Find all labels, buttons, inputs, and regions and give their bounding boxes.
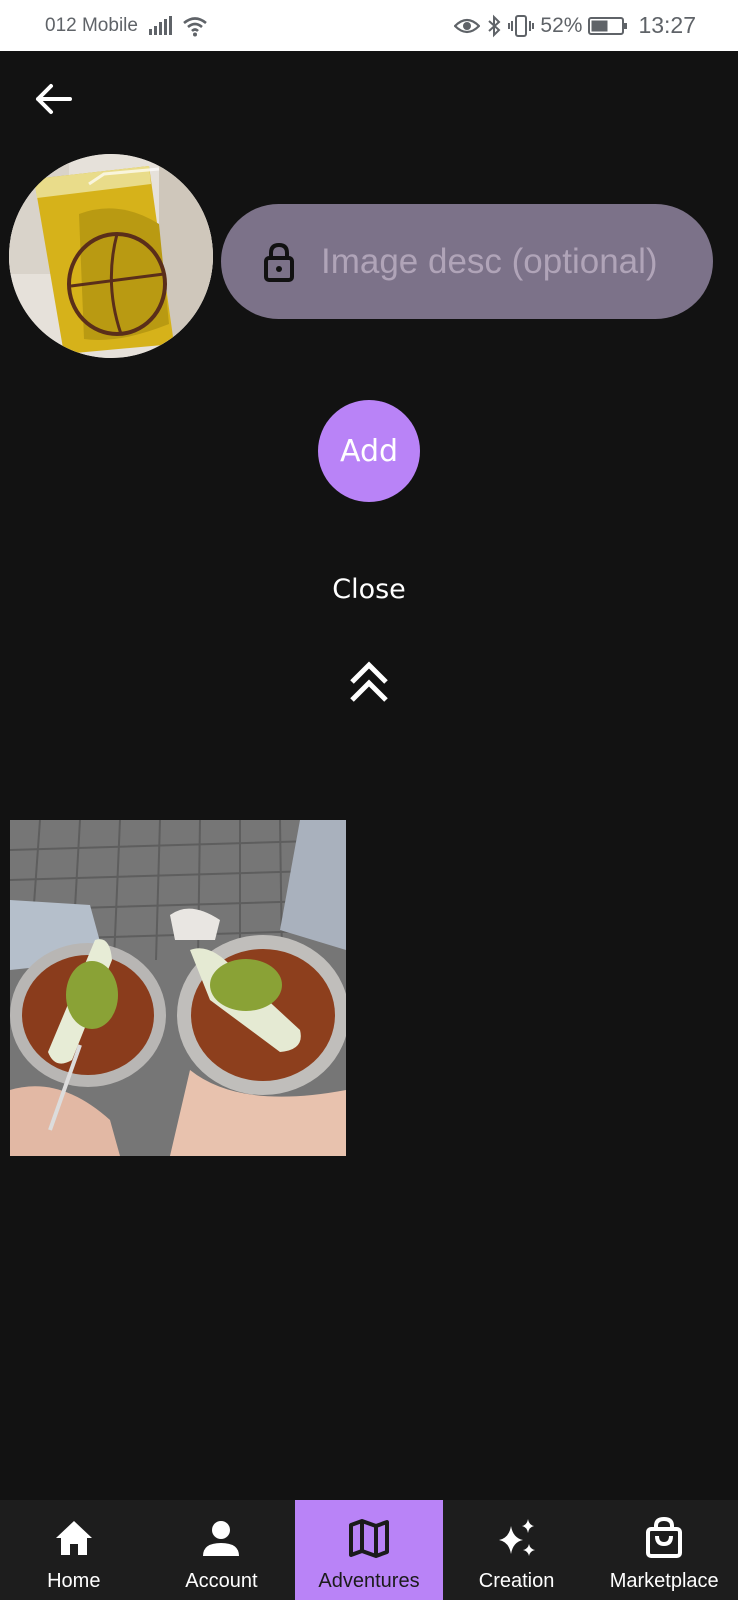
nav-label-marketplace: Marketplace <box>609 1570 719 1592</box>
image-description-field[interactable] <box>221 204 713 319</box>
nav-item-adventures[interactable]: Adventures <box>295 1500 443 1600</box>
battery-icon <box>588 16 628 35</box>
status-right: 52% 13:27 <box>454 12 696 39</box>
nav-item-account[interactable]: Account <box>148 1500 296 1600</box>
nav-label-account: Account <box>185 1570 258 1592</box>
shopping-bag-icon <box>646 1516 683 1558</box>
bottom-navigation: Home Account Adventures Creation Marketp… <box>0 1500 738 1600</box>
carrier-label: 012 Mobile <box>45 14 138 36</box>
nav-label-adventures: Adventures <box>318 1570 420 1592</box>
eye-icon <box>454 18 481 33</box>
add-button[interactable]: Add <box>318 400 420 502</box>
status-bar: 012 Mobile 52% 13:27 <box>0 0 738 51</box>
chevrons-up-icon <box>350 661 388 702</box>
screen: 012 Mobile 52% 13:27 Image desc (optiona… <box>0 0 738 1600</box>
lock-icon <box>264 242 294 282</box>
nav-item-creation[interactable]: Creation <box>443 1500 591 1600</box>
home-icon <box>55 1521 92 1555</box>
selected-image-preview[interactable] <box>9 154 213 358</box>
gallery-photo[interactable] <box>10 820 346 1156</box>
nav-item-marketplace[interactable]: Marketplace <box>590 1500 738 1600</box>
map-icon <box>348 1519 389 1558</box>
status-time: 13:27 <box>638 12 696 38</box>
nav-item-home[interactable]: Home <box>0 1500 148 1600</box>
status-left: 012 Mobile <box>45 15 208 37</box>
person-icon <box>203 1521 240 1556</box>
close-button[interactable]: Close <box>0 574 738 605</box>
collapse-button[interactable] <box>348 660 390 704</box>
battery-percent: 52% <box>540 13 583 37</box>
signal-icon <box>148 15 172 35</box>
image-description-input[interactable] <box>321 241 691 282</box>
nav-label-creation: Creation <box>478 1570 555 1592</box>
selected-image <box>9 154 213 358</box>
back-button[interactable] <box>30 76 76 122</box>
nav-label-home: Home <box>47 1570 101 1592</box>
bluetooth-icon <box>488 14 501 37</box>
arrow-left-icon <box>36 84 72 114</box>
wifi-icon <box>183 16 207 36</box>
gallery-photo-image <box>10 820 346 1156</box>
sparkles-icon <box>498 1519 535 1556</box>
vibrate-icon <box>508 14 535 37</box>
